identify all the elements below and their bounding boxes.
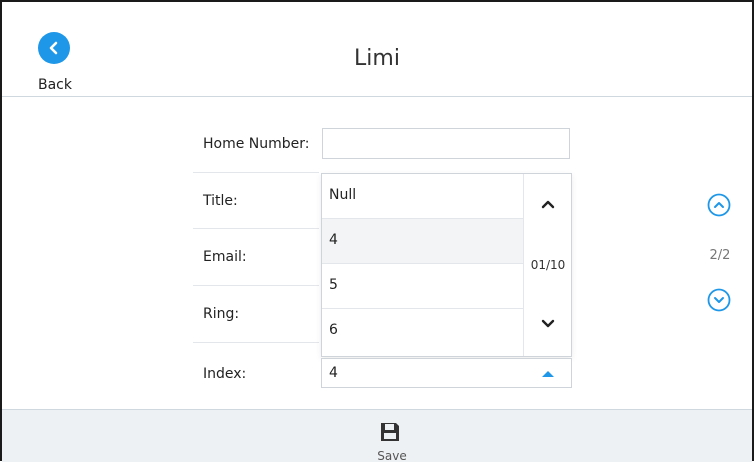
ring-label: Ring:	[203, 306, 240, 322]
dropdown-scroll-column: 01/10	[523, 174, 572, 356]
dropdown-option-selected[interactable]: 4	[322, 219, 523, 264]
page-down-button[interactable]	[707, 288, 731, 312]
dropdown-option[interactable]: 5	[322, 264, 523, 309]
dropdown-option[interactable]: 6	[322, 309, 523, 354]
row-divider	[193, 228, 319, 229]
row-divider	[193, 172, 319, 173]
circle-chevron-down-icon	[707, 288, 731, 312]
footer-bar: Save	[2, 409, 752, 463]
page-title: Limi	[354, 46, 400, 71]
page-indicator: 2/2	[709, 248, 731, 263]
scroll-up-button[interactable]	[538, 196, 558, 212]
home-number-input[interactable]	[322, 128, 570, 159]
row-divider	[193, 342, 319, 343]
email-label: Email:	[203, 249, 247, 265]
caret-up-icon	[542, 371, 554, 377]
scroll-down-button[interactable]	[538, 316, 558, 332]
home-number-label: Home Number:	[203, 136, 310, 152]
row-divider	[193, 285, 319, 286]
title-label: Title:	[203, 193, 238, 209]
save-button[interactable]: Save	[352, 410, 432, 463]
save-icon	[381, 423, 399, 441]
header-bar: Back Limi	[2, 2, 752, 97]
index-dropdown-list[interactable]: Null 4 5 6 01/10	[321, 173, 572, 357]
index-select[interactable]: 4	[321, 358, 572, 388]
chevron-down-icon	[541, 319, 555, 328]
index-label: Index:	[203, 366, 247, 382]
chevron-up-icon	[541, 200, 555, 209]
dropdown-position: 01/10	[530, 258, 566, 272]
page-up-button[interactable]	[707, 193, 731, 217]
index-value: 4	[329, 365, 338, 381]
dropdown-option[interactable]: Null	[322, 174, 523, 219]
back-label[interactable]: Back	[38, 77, 72, 93]
circle-chevron-up-icon	[707, 193, 731, 217]
